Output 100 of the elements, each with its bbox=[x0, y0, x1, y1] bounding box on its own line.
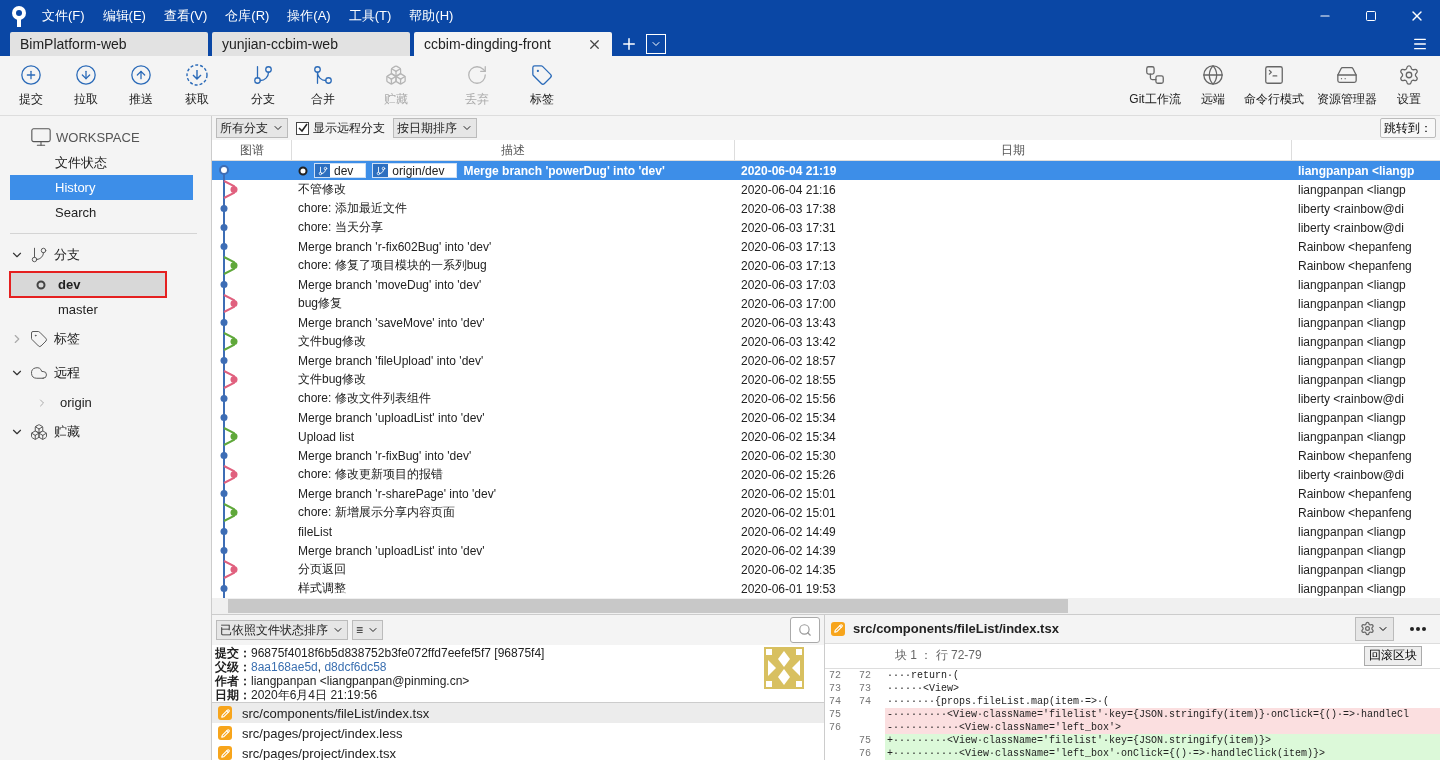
menu-item[interactable]: 操作(A) bbox=[287, 7, 331, 25]
detail-label: 日期： bbox=[215, 687, 251, 704]
plus-circle-icon bbox=[20, 63, 42, 86]
file-path: src/components/fileList/index.tsx bbox=[242, 705, 430, 721]
menu-item[interactable]: 仓库(R) bbox=[225, 7, 270, 25]
toolbar-button[interactable]: 命令行模式 bbox=[1238, 58, 1310, 113]
commit-author: liangpanpan <liangp bbox=[1298, 429, 1406, 444]
toolbar-button[interactable]: 远端 bbox=[1188, 58, 1238, 113]
file-path: src/pages/project/index.tsx bbox=[242, 745, 396, 760]
commit-message: 文件bug修改 bbox=[298, 371, 367, 388]
section-heading[interactable]: 标签 bbox=[54, 330, 80, 348]
code-text: ······<View> bbox=[886, 682, 959, 695]
commit-row[interactable]: dev origin/dev Merge branch 'powerDug' into 'dev' 2020-06-04 21:19 liangpanpan <liangp bbox=[212, 161, 1440, 180]
horizontal-scrollbar[interactable] bbox=[212, 598, 1440, 614]
commit-date: 2020-06-02 18:55 bbox=[741, 372, 836, 387]
sort-dropdown[interactable]: 按日期排序 bbox=[393, 118, 477, 138]
column-header[interactable]: 描述 bbox=[292, 140, 735, 160]
commit-message: chore: 修改更新项目的报错 bbox=[298, 466, 443, 483]
branch-icon bbox=[375, 165, 386, 176]
commit-author: liangpanpan <liangp bbox=[1298, 524, 1406, 539]
commit-author: liangpanpan <liangp bbox=[1298, 296, 1406, 311]
repository-tab[interactable]: ccbim-dingding-front bbox=[414, 32, 612, 56]
toolbar-button[interactable]: 分支 bbox=[228, 58, 298, 113]
toolbar-button[interactable]: 提交 bbox=[6, 58, 56, 113]
line-number: 75 bbox=[855, 734, 885, 747]
section-heading[interactable]: 分支 bbox=[54, 246, 80, 264]
menu-item[interactable]: 编辑(E) bbox=[102, 7, 146, 25]
remote-item[interactable]: origin bbox=[10, 390, 202, 415]
commit-author: Rainbow <hepanfeng bbox=[1298, 239, 1412, 254]
toolbar-button[interactable]: Git工作流 bbox=[1122, 58, 1188, 113]
menu-item[interactable]: 文件(F) bbox=[42, 7, 85, 25]
menu-item[interactable]: 工具(T) bbox=[348, 7, 392, 25]
commit-author: liberty <rainbow@di bbox=[1298, 201, 1404, 216]
globe-icon bbox=[1202, 63, 1224, 86]
toolbar-button[interactable]: 资源管理器 bbox=[1310, 58, 1384, 113]
commit-message: Merge branch 'powerDug' into 'dev' bbox=[463, 163, 665, 178]
revert-hunk-button[interactable]: 回滚区块 bbox=[1364, 645, 1422, 666]
commit-date: 2020-06-02 18:57 bbox=[741, 353, 836, 368]
settings-dropdown[interactable] bbox=[1355, 616, 1394, 641]
branch-item[interactable]: dev bbox=[10, 272, 166, 297]
detail-value: liangpanpan <liangpanpan@pinming.cn> bbox=[251, 674, 470, 688]
commit-author: liangpanpan <liangp bbox=[1298, 163, 1415, 178]
down-arrow-circle-icon bbox=[75, 63, 97, 86]
commit-date: 2020-06-02 15:26 bbox=[741, 467, 836, 482]
branch-label: origin/dev bbox=[372, 163, 458, 178]
sidebar-item[interactable]: 文件状态 bbox=[10, 150, 193, 175]
workflow-icon bbox=[1144, 63, 1166, 86]
commit-message: bug修复 bbox=[298, 295, 343, 312]
column-header[interactable]: 图谱 bbox=[212, 140, 292, 160]
commit-date: 2020-06-02 15:01 bbox=[741, 505, 836, 520]
code-text: -·········<View·className='filelist'·key={JSON.stringify(item)}·onClick={()·=>·handleCl bbox=[886, 708, 1410, 721]
commit-message: chore: 当天分享 bbox=[298, 219, 383, 236]
parent-commit-link[interactable]: 8aa168ae5d bbox=[251, 660, 318, 674]
tab-list-button[interactable] bbox=[646, 34, 666, 54]
checkbox-label[interactable]: 显示远程分支 bbox=[313, 119, 385, 137]
commit-date: 2020-06-03 17:31 bbox=[741, 220, 836, 235]
commit-author: liangpanpan <liangp bbox=[1298, 277, 1406, 292]
commit-date: 2020-06-03 17:38 bbox=[741, 201, 836, 216]
commit-date: 2020-06-02 14:35 bbox=[741, 562, 836, 577]
column-header[interactable]: 日期 bbox=[735, 140, 1292, 160]
branch-item[interactable]: master bbox=[10, 297, 202, 322]
commit-message: 不管修改 bbox=[298, 181, 346, 198]
section-heading[interactable]: 贮藏 bbox=[54, 423, 80, 441]
detail-label: 作者： bbox=[215, 673, 251, 689]
toolbar-button[interactable]: 设置 bbox=[1384, 58, 1434, 113]
changed-file[interactable]: src/components/fileList/index.tsx bbox=[212, 703, 824, 723]
code-text: ····return·( bbox=[886, 669, 959, 682]
checkbox[interactable] bbox=[296, 121, 309, 135]
commit-message: Merge branch 'moveDug' into 'dev' bbox=[298, 277, 482, 292]
modified-icon bbox=[218, 706, 232, 720]
toolbar-button[interactable]: 标签 bbox=[510, 58, 574, 113]
menu-icon bbox=[1412, 36, 1428, 52]
detail-value: 2020年6月4日 21:19:56 bbox=[251, 687, 378, 704]
code-text: +·········<View·className='filelist'·key={JSON.stringify(item)}> bbox=[886, 734, 1272, 747]
commit-message: Merge branch 'uploadList' into 'dev' bbox=[298, 543, 485, 558]
parent-commit-link[interactable]: d8dcf6dc58 bbox=[324, 660, 387, 674]
toolbar-button[interactable]: 拉取 bbox=[56, 58, 116, 113]
repository-tab[interactable]: BimPlatform-web bbox=[10, 32, 208, 56]
commit-author: liberty <rainbow@di bbox=[1298, 220, 1404, 235]
toolbar-button[interactable]: 推送 bbox=[116, 58, 166, 113]
commit-author: liangpanpan <liangp bbox=[1298, 543, 1406, 558]
code-text: ········{props.fileList.map(item·=>·( bbox=[886, 695, 1110, 708]
repository-tab[interactable]: yunjian-ccbim-web bbox=[212, 32, 410, 56]
search-icon bbox=[798, 623, 812, 637]
monitor-icon bbox=[30, 126, 52, 148]
commit-author: Rainbow <hepanfeng bbox=[1298, 486, 1412, 501]
file-sort-dropdown[interactable]: 已依照文件状态排序 bbox=[216, 620, 348, 640]
section-heading[interactable]: 远程 bbox=[54, 364, 80, 382]
commit-message: chore: 修复了项目模块的一系列bug bbox=[298, 257, 487, 274]
toolbar-button[interactable]: 获取 bbox=[166, 58, 228, 113]
menu-item[interactable]: 帮助(H) bbox=[409, 7, 454, 25]
sidebar-item[interactable]: Search bbox=[10, 200, 193, 225]
jump-to-button[interactable]: 跳转到： bbox=[1380, 118, 1436, 138]
branch-icon bbox=[317, 165, 328, 176]
toolbar-button[interactable]: 合并 bbox=[298, 58, 348, 113]
menu-item[interactable]: 查看(V) bbox=[163, 7, 208, 25]
view-mode-dropdown[interactable]: ≡ bbox=[352, 620, 383, 640]
commit-author: liangpanpan <liangp bbox=[1298, 182, 1406, 197]
commit-date: 2020-06-03 13:43 bbox=[741, 315, 836, 330]
branch-filter-dropdown[interactable]: 所有分支 bbox=[216, 118, 288, 138]
